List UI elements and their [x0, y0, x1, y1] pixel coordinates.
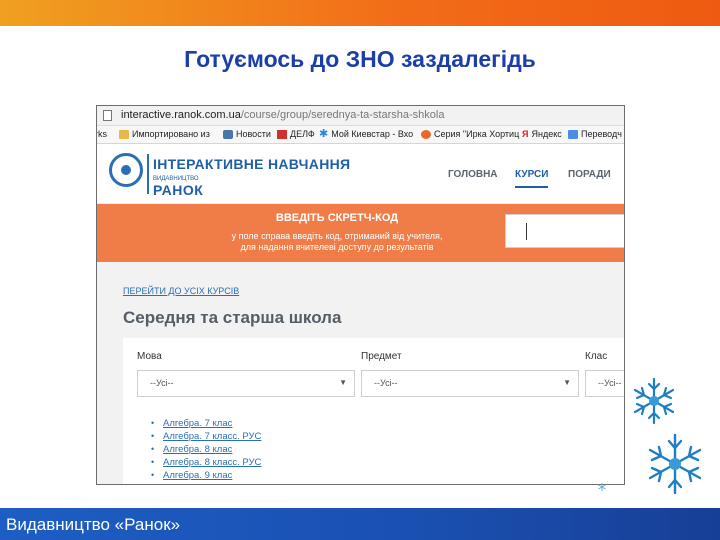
filter-subject-select[interactable]: --Усі-- ▼: [361, 370, 579, 397]
main-content: ПЕРЕЙТИ ДО УСІХ КУРСІВ Середня та старша…: [97, 262, 624, 484]
filter-grade-select[interactable]: --Усі--: [585, 370, 624, 397]
nav-courses[interactable]: КУРСИ: [515, 169, 548, 180]
filter-grade-value: --Усі--: [598, 378, 622, 388]
top-accent-bar: [0, 0, 720, 26]
url-path: /course/group/serednya-ta-starsha-shkola: [240, 109, 445, 121]
list-item[interactable]: • Алгебра. 8 класс. РУС: [151, 457, 261, 470]
bookmark-item[interactable]: Переводч: [568, 129, 622, 139]
bookmark-item[interactable]: rks: [97, 129, 107, 139]
dropdown-arrow-icon: ▼: [563, 378, 571, 387]
bookmarks-bar: rks Импортировано из Новости ДЕЛФ ✱Мой К…: [97, 126, 624, 144]
filter-grade-label: Клас: [585, 351, 608, 362]
logo-title[interactable]: ІНТЕРАКТИВНЕ НАВЧАННЯ: [153, 156, 350, 172]
page-title: Середня та старша школа: [123, 308, 342, 327]
browser-screenshot: interactive.ranok.com.ua/course/group/se…: [96, 105, 625, 485]
nav-home[interactable]: ГОЛОВНА: [448, 169, 498, 180]
scratch-code-banner: ВВЕДІТЬ СКРЕТЧ-КОД у поле справа введіть…: [97, 204, 624, 262]
site-header: ІНТЕРАКТИВНЕ НАВЧАННЯ ВИДАВНИЦТВО РАНОК …: [97, 144, 624, 204]
bookmark-item[interactable]: ДЕЛФ: [277, 129, 315, 139]
folder-icon: [119, 129, 129, 139]
vk-icon: [223, 129, 233, 139]
course-list: • Алгебра. 7 клас • Алгебра. 7 класс. РУС …: [151, 418, 261, 483]
url-host: interactive.ranok.com.ua: [121, 109, 241, 121]
list-item[interactable]: • Алгебра. 7 класс. РУС: [151, 431, 261, 444]
slide-title: Готуємось до ЗНО заздалегідь: [184, 46, 536, 72]
page-icon: [103, 110, 112, 121]
slide: Готуємось до ЗНО заздалегідь interactive…: [0, 0, 720, 540]
url-text[interactable]: interactive.ranok.com.ua/course/group/se…: [121, 109, 444, 121]
nav-active-underline: [515, 186, 548, 188]
translate-icon: [568, 129, 578, 139]
tile-icon: [277, 129, 287, 139]
filter-subject-value: --Усі--: [374, 378, 398, 388]
publisher-name: Видавництво «Ранок»: [6, 515, 181, 534]
bookmark-item[interactable]: ✱ Мой Киевстар - Вхо: [319, 127, 413, 140]
filter-panel: Мова --Усі-- ▼ Предмет --Усі-- ▼ Клас --…: [123, 338, 624, 484]
dropdown-arrow-icon: ▼: [339, 378, 347, 387]
filter-language-value: --Усі--: [150, 378, 174, 388]
yandex-icon: Я: [522, 128, 529, 139]
bottom-footer-bar: Видавництво «Ранок»: [0, 508, 720, 540]
all-courses-link[interactable]: ПЕРЕЙТИ ДО УСІХ КУРСІВ: [123, 286, 239, 296]
list-item[interactable]: • Алгебра. 7 клас: [151, 418, 261, 431]
address-bar[interactable]: interactive.ranok.com.ua/course/group/se…: [97, 106, 624, 126]
bookmark-item[interactable]: Я Яндекс: [522, 129, 562, 139]
filter-subject-label: Предмет: [361, 351, 402, 362]
touch-logo-icon[interactable]: [109, 153, 143, 187]
bookmark-item[interactable]: Импортировано из: [119, 129, 210, 139]
globe-icon: [421, 129, 431, 139]
snowflake-icon: [648, 433, 702, 495]
bookmark-item[interactable]: Новости: [223, 129, 271, 139]
logo-brand[interactable]: РАНОК: [153, 182, 203, 198]
list-item[interactable]: • Алгебра. 8 клас: [151, 444, 261, 457]
snowflake-icon: [633, 377, 675, 425]
text-caret: [526, 223, 527, 240]
logo-divider: [147, 154, 149, 194]
small-snowflake-icon: [598, 483, 606, 491]
scratch-code-input[interactable]: [505, 214, 624, 248]
list-item[interactable]: • Алгебра. 9 клас: [151, 470, 261, 483]
bookmark-item[interactable]: Серия "Ирка Хортиц: [421, 129, 519, 139]
filter-language-label: Мова: [137, 351, 162, 362]
nav-tips[interactable]: ПОРАДИ: [568, 169, 611, 180]
filter-language-select[interactable]: --Усі-- ▼: [137, 370, 355, 397]
kyivstar-icon: ✱: [319, 127, 329, 140]
